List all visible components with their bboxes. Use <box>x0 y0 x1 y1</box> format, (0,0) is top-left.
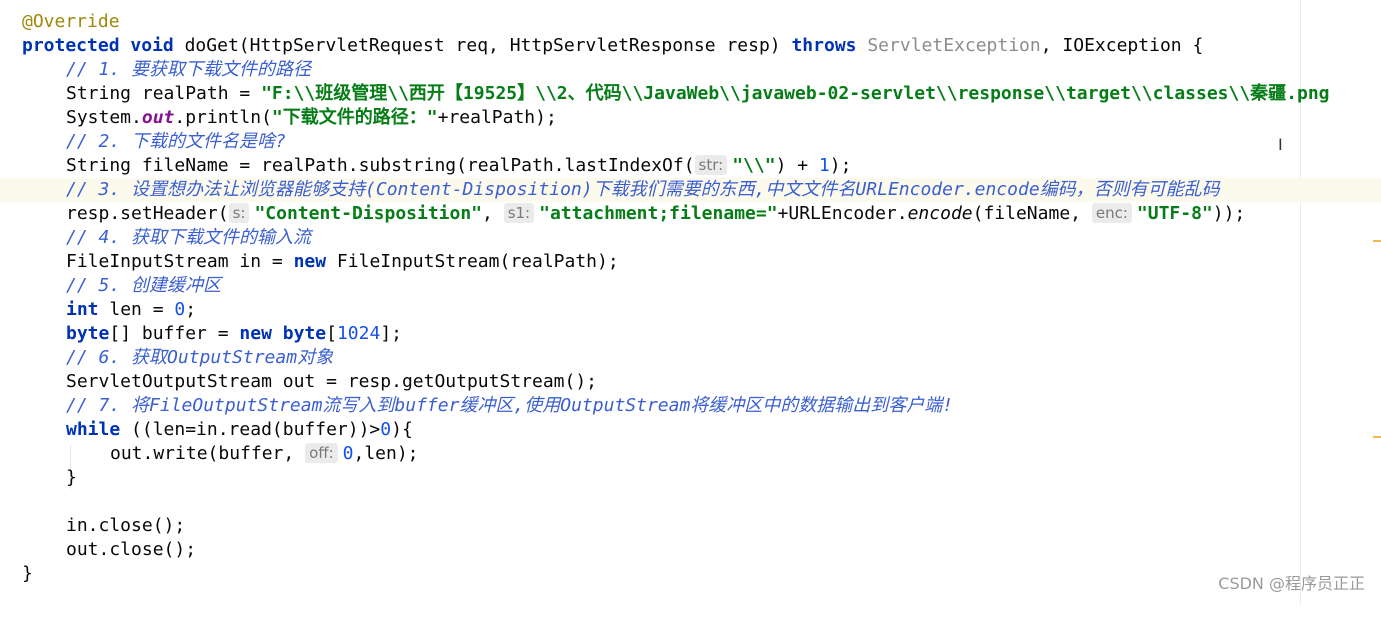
code-text: +URLEncoder. <box>777 203 908 224</box>
code-text: String realPath = <box>66 83 262 104</box>
parameter-hint: str: <box>694 155 728 175</box>
code-text: ((len=in.read(buffer))> <box>120 419 381 440</box>
text-cursor-icon: I <box>1278 135 1283 154</box>
code-text: [] buffer = <box>109 323 240 344</box>
code-text: ) + <box>775 155 819 176</box>
comment: // 7. 将FileOutputStream流写入到buffer缓冲区,使用O… <box>66 395 954 416</box>
keyword: new <box>293 251 327 272</box>
code-line[interactable]: System.out.println("下载文件的路径："+realPath); <box>0 106 1381 130</box>
parameter-hint: s1: <box>503 203 535 223</box>
code-text: ){ <box>391 419 413 440</box>
parameter-hint: enc: <box>1091 203 1132 223</box>
code-editor[interactable]: @Override protected void doGet(HttpServl… <box>0 0 1381 604</box>
code-text: FileInputStream in = <box>66 251 294 272</box>
code-line[interactable]: } <box>0 562 1381 586</box>
closing-brace: } <box>66 467 77 488</box>
keyword: void <box>130 35 174 56</box>
code-line[interactable]: // 7. 将FileOutputStream流写入到buffer缓冲区,使用O… <box>0 394 1381 418</box>
code-text: in.close(); <box>66 515 186 536</box>
keyword: int <box>66 299 99 320</box>
code-text: (fileName, <box>972 203 1092 224</box>
code-line[interactable]: out.close(); <box>0 538 1381 562</box>
exception-type: , IOException { <box>1040 35 1204 56</box>
code-line[interactable]: String fileName = realPath.substring(rea… <box>0 154 1381 178</box>
comment: // 1. 要获取下载文件的路径 <box>66 59 312 80</box>
code-line[interactable]: String realPath = "F:\\班级管理\\西开【19525】\\… <box>0 82 1381 106</box>
code-line[interactable]: out.write(buffer, off: 0,len); <box>0 442 1381 466</box>
code-text: )); <box>1212 203 1246 224</box>
code-line[interactable]: @Override <box>0 10 1381 34</box>
comment: // 2. 下载的文件名是啥? <box>66 131 286 152</box>
static-field: out <box>141 107 175 128</box>
keyword: protected <box>22 35 120 56</box>
string-literal: "下载文件的路径：" <box>271 107 438 128</box>
string-literal: "attachment;filename=" <box>539 203 778 224</box>
keyword: new <box>239 323 272 344</box>
string-literal: "\\" <box>732 155 776 176</box>
number-literal: 0 <box>174 299 186 320</box>
number-literal: 1024 <box>336 323 381 344</box>
string-literal: "F:\\班级管理\\西开【19525】\\2、代码\\JavaWeb\\jav… <box>261 83 1330 104</box>
comment: // 6. 获取OutputStream对象 <box>66 347 334 368</box>
code-line[interactable]: int len = 0; <box>0 298 1381 322</box>
code-text: String fileName = realPath.substring(rea… <box>66 155 695 176</box>
exception-type: ServletException <box>867 35 1041 56</box>
parameter-hint: off: <box>305 443 338 463</box>
code-text: len = <box>98 299 175 320</box>
number-literal: 0 <box>380 419 392 440</box>
code-line-current[interactable]: // 3. 设置想办法让浏览器能够支持(Content-Disposition)… <box>0 178 1381 202</box>
scrollbar-marker[interactable] <box>1373 436 1381 438</box>
code-line-empty[interactable] <box>0 490 1381 514</box>
comment: // 4. 获取下载文件的输入流 <box>66 227 312 248</box>
number-literal: 0 <box>342 443 354 464</box>
code-line[interactable]: resp.setHeader(s: "Content-Disposition", … <box>0 202 1381 226</box>
code-text: resp.setHeader( <box>66 203 229 224</box>
code-line[interactable]: // 4. 获取下载文件的输入流 <box>0 226 1381 250</box>
keyword: byte <box>282 323 327 344</box>
code-line[interactable]: byte[] buffer = new byte[1024]; <box>0 322 1381 346</box>
code-text: +realPath); <box>437 107 557 128</box>
closing-brace: } <box>22 563 33 584</box>
watermark: CSDN @程序员正正 <box>1218 574 1365 593</box>
code-line[interactable]: } <box>0 466 1381 490</box>
code-text: FileInputStream(realPath); <box>326 251 619 272</box>
code-text: out.close(); <box>66 539 197 560</box>
code-text: ServletOutputStream out = resp.getOutput… <box>66 371 598 392</box>
code-text: ; <box>185 299 197 320</box>
code-line[interactable]: // 1. 要获取下载文件的路径 <box>0 58 1381 82</box>
code-line[interactable]: in.close(); <box>0 514 1381 538</box>
scrollbar-marker[interactable] <box>1373 240 1381 242</box>
method-signature: doGet(HttpServletRequest req, HttpServle… <box>184 35 781 56</box>
method-call: encode <box>907 203 973 224</box>
code-text: ); <box>829 155 852 176</box>
code-line[interactable]: ServletOutputStream out = resp.getOutput… <box>0 370 1381 394</box>
code-line[interactable]: // 2. 下载的文件名是啥? <box>0 130 1381 154</box>
keyword: throws <box>791 35 857 56</box>
code-line[interactable]: protected void doGet(HttpServletRequest … <box>0 34 1381 58</box>
number-literal: 1 <box>818 155 830 176</box>
code-line[interactable]: while ((len=in.read(buffer))>0){ <box>0 418 1381 442</box>
parameter-hint: s: <box>228 203 250 223</box>
code-text: [ <box>326 323 337 344</box>
string-literal: "UTF-8" <box>1136 203 1213 224</box>
code-text: .println( <box>174 107 272 128</box>
code-text: ]; <box>380 323 403 344</box>
keyword: byte <box>66 323 110 344</box>
code-line[interactable]: FileInputStream in = new FileInputStream… <box>0 250 1381 274</box>
code-text: ,len); <box>353 443 419 464</box>
code-text: out.write(buffer, <box>110 443 306 464</box>
code-line[interactable]: // 5. 创建缓冲区 <box>0 274 1381 298</box>
keyword: while <box>66 419 121 440</box>
comment: // 5. 创建缓冲区 <box>66 275 222 296</box>
code-text: System. <box>66 107 142 128</box>
code-text: , <box>482 203 504 224</box>
code-line[interactable]: // 6. 获取OutputStream对象 <box>0 346 1381 370</box>
comment: // 3. 设置想办法让浏览器能够支持(Content-Disposition)… <box>66 179 1220 200</box>
string-literal: "Content-Disposition" <box>254 203 483 224</box>
annotation-override: @Override <box>22 11 120 32</box>
